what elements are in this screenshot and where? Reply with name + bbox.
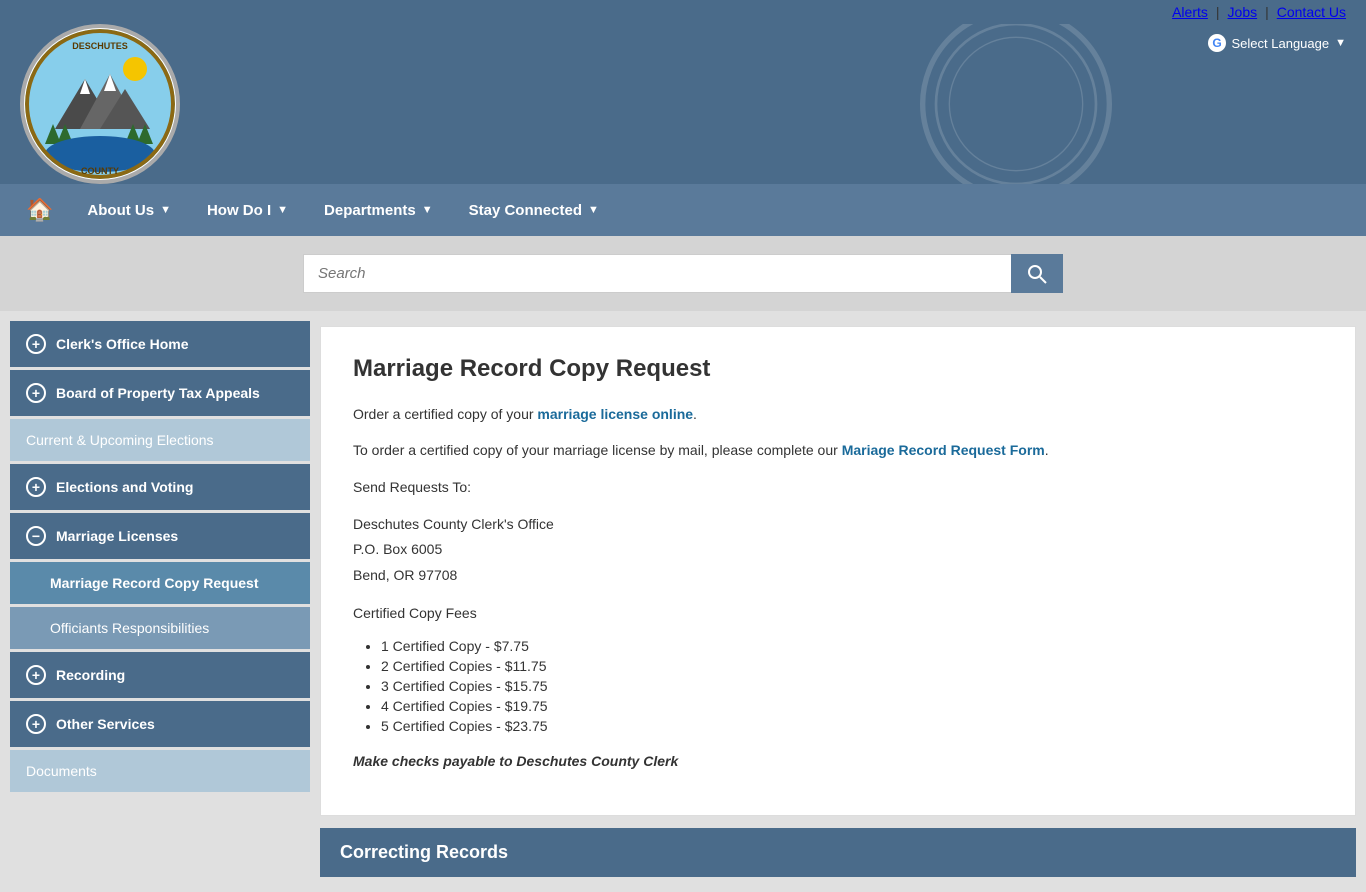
home-nav-button[interactable]: 🏠 <box>10 187 69 233</box>
plus-icon-tax: + <box>26 383 46 403</box>
sidebar-item-documents[interactable]: Documents <box>10 750 310 792</box>
main-content-card: Marriage Record Copy Request Order a cer… <box>320 326 1356 816</box>
marriage-record-form-link[interactable]: Mariage Record Request Form <box>842 442 1045 458</box>
select-language-label[interactable]: Select Language <box>1232 36 1330 51</box>
fees-list: 1 Certified Copy - $7.75 2 Certified Cop… <box>353 638 1323 734</box>
plus-icon-recording: + <box>26 665 46 685</box>
send-requests-label: Send Requests To: <box>353 476 1323 498</box>
intro-paragraph: Order a certified copy of your marriage … <box>353 403 1323 425</box>
fees-heading: Certified Copy Fees <box>353 602 1323 624</box>
about-us-arrow: ▼ <box>160 204 171 216</box>
sidebar-item-other-services[interactable]: + Other Services <box>10 701 310 747</box>
search-box <box>303 254 1063 293</box>
second-card-header: Correcting Records <box>320 828 1356 877</box>
sidebar-label-marriage-record: Marriage Record Copy Request <box>50 575 259 591</box>
search-section <box>0 236 1366 311</box>
main-content: Marriage Record Copy Request Order a cer… <box>310 311 1366 892</box>
sidebar: + Clerk's Office Home + Board of Propert… <box>0 311 310 892</box>
how-do-i-arrow: ▼ <box>277 204 288 216</box>
address-line-3: Bend, OR 97708 <box>353 563 1323 588</box>
language-selector[interactable]: G Select Language ▼ <box>1208 34 1346 52</box>
separator-2: | <box>1265 4 1269 20</box>
contact-us-link[interactable]: Contact Us <box>1277 4 1346 20</box>
plus-icon-other: + <box>26 714 46 734</box>
list-item: 1 Certified Copy - $7.75 <box>381 638 1323 654</box>
google-g-icon: G <box>1208 34 1226 52</box>
sidebar-label-evoting: Elections and Voting <box>56 479 193 495</box>
jobs-link[interactable]: Jobs <box>1228 4 1258 20</box>
sidebar-label-recording: Recording <box>56 667 125 683</box>
departments-arrow: ▼ <box>422 204 433 216</box>
search-input[interactable] <box>303 254 1011 293</box>
sidebar-label-marriage: Marriage Licenses <box>56 528 178 544</box>
sidebar-item-clerks-office-home[interactable]: + Clerk's Office Home <box>10 321 310 367</box>
nav-how-do-i[interactable]: How Do I ▼ <box>189 188 306 233</box>
address-line-2: P.O. Box 6005 <box>353 537 1323 562</box>
nav-about-us[interactable]: About Us ▼ <box>69 188 189 233</box>
plus-icon-evoting: + <box>26 477 46 497</box>
search-button[interactable] <box>1011 254 1063 293</box>
plus-icon-clerks: + <box>26 334 46 354</box>
sidebar-label-other: Other Services <box>56 716 155 732</box>
list-item: 3 Certified Copies - $15.75 <box>381 678 1323 694</box>
svg-text:DESCHUTES: DESCHUTES <box>72 41 128 51</box>
sidebar-label-tax: Board of Property Tax Appeals <box>56 385 260 401</box>
address-block: Deschutes County Clerk's Office P.O. Box… <box>353 512 1323 588</box>
sidebar-item-elections-voting[interactable]: + Elections and Voting <box>10 464 310 510</box>
list-item: 4 Certified Copies - $19.75 <box>381 698 1323 714</box>
sidebar-label-clerks: Clerk's Office Home <box>56 336 189 352</box>
header: DESCHUTES COUNTY G Select Language ▼ <box>0 24 1366 184</box>
stay-connected-arrow: ▼ <box>588 204 599 216</box>
sidebar-label-documents: Documents <box>26 763 97 779</box>
sidebar-label-officiants: Officiants Responsibilities <box>50 620 209 636</box>
separator-1: | <box>1216 4 1220 20</box>
list-item: 2 Certified Copies - $11.75 <box>381 658 1323 674</box>
search-icon <box>1027 264 1047 284</box>
nav-stay-connected[interactable]: Stay Connected ▼ <box>451 188 617 233</box>
marriage-license-online-link[interactable]: marriage license online <box>537 406 693 422</box>
logo[interactable]: DESCHUTES COUNTY <box>20 24 180 184</box>
minus-icon-marriage: − <box>26 526 46 546</box>
top-utility-bar: Alerts | Jobs | Contact Us <box>0 0 1366 24</box>
content-wrapper: + Clerk's Office Home + Board of Propert… <box>0 311 1366 892</box>
sidebar-item-board-property-tax[interactable]: + Board of Property Tax Appeals <box>10 370 310 416</box>
alerts-link[interactable]: Alerts <box>1172 4 1208 20</box>
sidebar-item-marriage-licenses[interactable]: − Marriage Licenses <box>10 513 310 559</box>
logo-svg: DESCHUTES COUNTY <box>25 29 175 179</box>
sidebar-subitem-marriage-record[interactable]: Marriage Record Copy Request <box>10 562 310 604</box>
page-title: Marriage Record Copy Request <box>353 355 1323 383</box>
svg-text:G: G <box>1212 36 1221 50</box>
sidebar-label-elections: Current & Upcoming Elections <box>26 432 214 448</box>
mail-paragraph: To order a certified copy of your marria… <box>353 439 1323 461</box>
sidebar-item-current-elections[interactable]: Current & Upcoming Elections <box>10 419 310 461</box>
list-item: 5 Certified Copies - $23.75 <box>381 718 1323 734</box>
bg-seal-decoration <box>866 24 1166 184</box>
nav-departments[interactable]: Departments ▼ <box>306 188 451 233</box>
svg-text:COUNTY: COUNTY <box>81 166 119 176</box>
make-checks-text: Make checks payable to Deschutes County … <box>353 750 1323 772</box>
address-line-1: Deschutes County Clerk's Office <box>353 512 1323 537</box>
sidebar-item-recording[interactable]: + Recording <box>10 652 310 698</box>
second-card-title: Correcting Records <box>340 842 1336 863</box>
language-dropdown-arrow: ▼ <box>1335 37 1346 49</box>
sidebar-subitem-officiants[interactable]: Officiants Responsibilities <box>10 607 310 649</box>
main-nav: 🏠 About Us ▼ How Do I ▼ Departments ▼ St… <box>0 184 1366 236</box>
